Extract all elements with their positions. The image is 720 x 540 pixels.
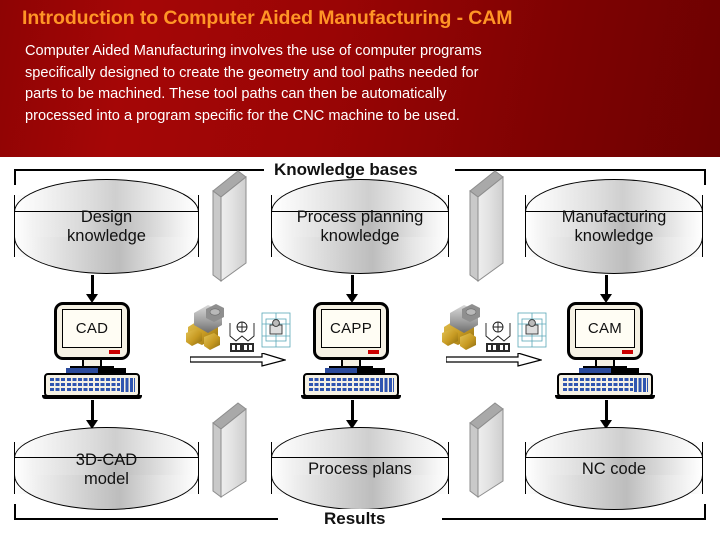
section-label-knowledge-bases: Knowledge bases [268,160,424,180]
arrow-shaft [604,400,608,420]
page-title: Introduction to Computer Aided Manufactu… [22,7,513,29]
flow-arrow-cad-to-capp [190,353,286,367]
hollow-arrow-icon [446,353,542,367]
hollow-arrow-icon [190,353,286,367]
power-led-icon [109,350,120,354]
keyboard-row [50,388,120,392]
divider-panel-upper-left [205,165,249,287]
keyboard-row [563,383,633,387]
keyboard [557,373,653,397]
db-3d-cad-model-label: 3D-CAD model [75,451,138,488]
db-manufacturing-knowledge-label: Manufacturing knowledge [561,208,667,245]
arrow-shaft [350,275,354,294]
monitor: CAD [54,302,130,360]
monitor: CAM [567,302,643,360]
keyboard-row [563,388,633,392]
keyboard-base [301,395,401,399]
monitor-screen: CAPP [321,309,381,348]
screen-label-capp: CAPP [329,320,373,337]
body-line-2: specifically designed to create the geom… [25,64,479,81]
computer-cad: CAD [40,302,144,400]
keyboard-row [563,378,633,382]
monitor: CAPP [313,302,389,360]
keyboard-numpad [634,378,648,392]
cylinder-bottom [271,475,449,510]
keyboard-row [50,378,120,382]
arrow-shaft [350,400,354,420]
arrow-shaft [90,275,94,294]
cylinder-bottom [525,475,703,510]
divider-panel-shape [212,170,247,282]
keyboard-numpad [380,378,394,392]
results-bracket-right-stub [704,504,706,520]
arrow-cam-to-nc-code [594,400,618,430]
divider-panel-upper-right [462,165,506,287]
keyboard-row [309,383,379,387]
monitor-screen: CAM [575,309,635,348]
screen-label-cad: CAD [75,320,109,337]
divider-panel-shape [212,402,247,498]
db-design-knowledge-label: Design knowledge [67,208,146,245]
body-line-3: parts to be machined. These tool paths c… [25,86,447,103]
body-line-4: processed into a program specific for th… [25,107,460,124]
keyboard [44,373,140,397]
knowledge-bases-bracket-right-stub [704,169,706,185]
arrow-manufacturing-to-cam [594,275,618,303]
results-bracket-right [442,518,706,520]
monitor-screen: CAD [62,309,122,348]
slide-root: Introduction to Computer Aided Manufactu… [0,0,720,540]
arrow-capp-to-process-plans [340,400,364,430]
arrow-design-to-cad [80,275,104,303]
keyboard-base [555,395,655,399]
results-bracket-left [14,518,278,520]
keyboard-base [42,395,142,399]
header-body-text: Computer Aided Manufacturing involves th… [25,41,697,127]
db-process-planning-knowledge: Process planning knowledge [271,179,449,275]
cylinder-top [525,427,703,458]
divider-panel-shape [469,402,504,498]
db-nc-code: NC code [525,427,703,511]
keyboard-row [309,388,379,392]
arrow-cad-to-3d-model [80,400,104,430]
results-bracket-left-stub [14,504,16,520]
db-process-planning-knowledge-label: Process planning knowledge [296,208,424,245]
body-line-1: Computer Aided Manufacturing involves th… [25,43,482,59]
arrow-shaft [90,400,94,420]
arrow-shaft [604,275,608,294]
db-3d-cad-model: 3D-CAD model [14,427,199,511]
divider-panel-lower-left [205,397,249,503]
db-nc-code-label: NC code [581,460,647,478]
computer-capp: CAPP [299,302,403,400]
db-manufacturing-knowledge: Manufacturing knowledge [525,179,703,275]
keyboard-row [50,383,120,387]
divider-panel-shape [469,170,504,282]
section-label-results: Results [318,509,392,529]
arrow-process-planning-to-capp [340,275,364,303]
screen-label-cam: CAM [587,320,623,337]
flow-arrow-capp-to-cam [446,353,542,367]
computer-cam: CAM [553,302,657,400]
keyboard [303,373,399,397]
cylinder-top [271,427,449,458]
keyboard-row [309,378,379,382]
db-design-knowledge: Design knowledge [14,179,199,275]
db-process-plans-label: Process plans [308,460,412,478]
power-led-icon [622,350,633,354]
power-led-icon [368,350,379,354]
cam-workflow-diagram: Knowledge bases Design knowledge Process… [0,157,720,540]
slide-header: Introduction to Computer Aided Manufactu… [0,0,720,157]
divider-panel-lower-right [462,397,506,503]
keyboard-numpad [121,378,135,392]
db-process-plans: Process plans [271,427,449,511]
